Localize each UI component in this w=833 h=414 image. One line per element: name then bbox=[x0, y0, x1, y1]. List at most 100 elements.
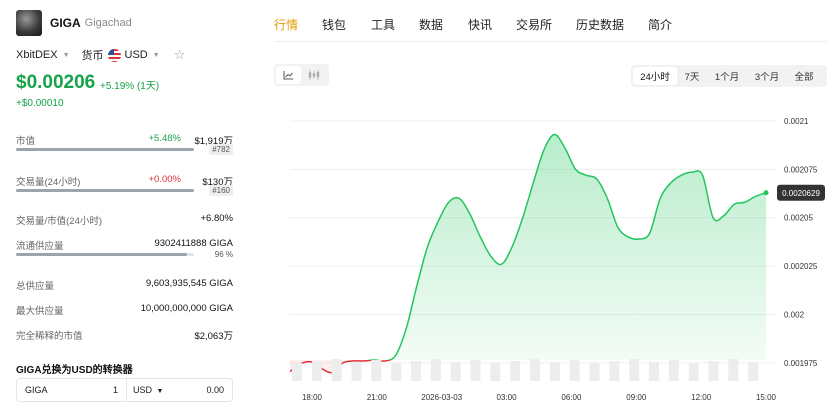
stat-change: +0.00% bbox=[148, 174, 182, 185]
supply-progress-bar bbox=[16, 253, 194, 256]
volume-bar bbox=[708, 361, 719, 381]
volume-bar bbox=[649, 362, 659, 381]
coin-header: GIGA Gigachad bbox=[16, 10, 132, 36]
us-flag-icon bbox=[107, 48, 121, 62]
volume-bar bbox=[430, 359, 441, 381]
volume-bar bbox=[292, 363, 302, 381]
stat-max-supply: 最大供应量 10,000,000,000 GIGA bbox=[16, 303, 233, 317]
y-tick-label: 0.001975 bbox=[784, 359, 818, 368]
chevron-down-icon: ▼ bbox=[156, 388, 164, 395]
volume-bar bbox=[668, 360, 679, 381]
volume-bar bbox=[351, 362, 362, 381]
volume-bar bbox=[450, 362, 461, 381]
stat-value: 9,603,935,545 GIGA bbox=[145, 278, 233, 289]
x-tick-label: 06:00 bbox=[561, 393, 582, 402]
y-tick-label: 0.00205 bbox=[784, 214, 813, 223]
volume-bar bbox=[629, 359, 640, 381]
volume-bar bbox=[470, 360, 481, 381]
currency-selector[interactable]: USD ▼ bbox=[104, 48, 160, 62]
range-7d[interactable]: 7天 bbox=[677, 67, 707, 85]
y-tick-label: 0.002025 bbox=[784, 262, 818, 271]
stat-value: 10,000,000,000 GIGA bbox=[140, 303, 233, 314]
stat-vol-mcap: 交易量/市值(24小时) +6.80% bbox=[16, 213, 233, 227]
rank-badge: #782 bbox=[209, 144, 233, 155]
volume-bar bbox=[311, 361, 322, 381]
x-tick-label: 18:00 bbox=[302, 393, 323, 402]
price-chart[interactable]: 0.0021 0.002075 0.00205 0.002025 0.002 0.0019… bbox=[274, 100, 833, 414]
selector-row: XbitDEX ▼ 货币 USD ▼ ☆ bbox=[16, 47, 185, 63]
coin-name: Gigachad bbox=[84, 17, 132, 29]
y-tick-label: 0.002075 bbox=[784, 165, 818, 174]
volume-bar bbox=[549, 362, 560, 381]
coin-symbol: GIGA bbox=[50, 16, 81, 30]
volume-bar bbox=[569, 360, 580, 381]
gigachad-avatar-icon bbox=[16, 10, 42, 36]
volume-bar bbox=[728, 359, 739, 381]
volume-bar bbox=[530, 359, 540, 381]
chart-type-toggle bbox=[274, 64, 329, 86]
converter-from-amount: 1 bbox=[112, 385, 118, 395]
stat-circulating-supply: 流通供应量 9302411888 GIGA 96 % bbox=[16, 238, 233, 266]
last-price-dot bbox=[763, 190, 769, 196]
volume-bar bbox=[391, 363, 402, 381]
volume-bar bbox=[688, 363, 699, 381]
stat-value: +6.80% bbox=[200, 213, 234, 224]
x-tick-label: 12:00 bbox=[691, 393, 712, 402]
line-chart-icon[interactable] bbox=[276, 66, 301, 84]
time-range-selector: 24小时 7天 1个月 3个月 全部 bbox=[631, 65, 827, 87]
x-tick-label: 21:00 bbox=[367, 393, 388, 402]
stat-label: 流通供应量 bbox=[16, 241, 64, 252]
stat-label: 市值 bbox=[16, 136, 36, 147]
range-all[interactable]: 全部 bbox=[787, 67, 821, 85]
converter-from-input[interactable]: GIGA 1 bbox=[17, 379, 127, 401]
price-change-percent: +5.19% (1天) bbox=[100, 81, 160, 92]
volume-bar bbox=[371, 360, 382, 381]
chevron-down-icon: ▼ bbox=[62, 51, 70, 59]
stat-label: 交易量(24小时) bbox=[16, 177, 81, 188]
last-price-label: 0.0020629 bbox=[782, 189, 820, 198]
converter-title: GIGA兑换为USD的转换器 bbox=[16, 365, 133, 376]
x-tick-label: 15:00 bbox=[756, 393, 777, 402]
chevron-down-icon: ▼ bbox=[152, 51, 160, 59]
y-tick-label: 0.0021 bbox=[784, 117, 809, 126]
range-24h[interactable]: 24小时 bbox=[633, 67, 677, 85]
rank-badge: #160 bbox=[209, 185, 233, 196]
tab-exchanges[interactable]: 交易所 bbox=[516, 16, 552, 33]
tab-history[interactable]: 历史数据 bbox=[576, 16, 624, 33]
progress-bar bbox=[16, 148, 194, 151]
tab-news[interactable]: 快讯 bbox=[468, 16, 492, 33]
current-price: $0.00206 bbox=[16, 72, 96, 93]
stat-value: 9302411888 GIGA bbox=[154, 238, 233, 249]
tab-market[interactable]: 行情 bbox=[274, 16, 298, 33]
volume-bar bbox=[609, 361, 620, 381]
stat-change: +5.48% bbox=[148, 133, 182, 144]
tab-data[interactable]: 数据 bbox=[419, 16, 443, 33]
stat-total-supply: 总供应量 9,603,935,545 GIGA bbox=[16, 278, 233, 292]
converter-from-symbol: GIGA bbox=[25, 385, 48, 395]
y-tick-label: 0.002 bbox=[784, 310, 805, 319]
star-icon[interactable]: ☆ bbox=[174, 47, 186, 63]
exchange-selector[interactable]: XbitDEX ▼ bbox=[16, 49, 70, 61]
stat-market-cap: 市值 +5.48% $1,919万 #782 bbox=[16, 133, 233, 163]
price-change-absolute: +$0.00010 bbox=[16, 98, 64, 109]
coin-info-panel: GIGA Gigachad XbitDEX ▼ 货币 USD ▼ ☆ $0.00… bbox=[0, 0, 250, 414]
exchange-label: XbitDEX bbox=[16, 49, 58, 61]
currency-value: USD bbox=[124, 49, 148, 61]
range-3m[interactable]: 3个月 bbox=[747, 67, 787, 85]
stat-value: $2,063万 bbox=[194, 331, 233, 342]
progress-bar bbox=[16, 189, 194, 192]
tab-tools[interactable]: 工具 bbox=[371, 16, 395, 33]
candlestick-icon[interactable] bbox=[301, 66, 326, 84]
tab-wallet[interactable]: 钱包 bbox=[322, 16, 346, 33]
x-tick-label: 03:00 bbox=[497, 393, 518, 402]
tab-about[interactable]: 简介 bbox=[648, 16, 672, 33]
volume-bar bbox=[510, 361, 521, 381]
stat-label: 完全稀释的市值 bbox=[16, 331, 83, 342]
converter-currency-select[interactable]: USD ▼ bbox=[133, 385, 163, 395]
range-1m[interactable]: 1个月 bbox=[707, 67, 747, 85]
volume-bar bbox=[490, 363, 501, 381]
x-tick-label: 2026-03-03 bbox=[421, 393, 462, 402]
stat-volume: 交易量(24小时) +0.00% $130万 #160 bbox=[16, 174, 233, 204]
converter-to-field: USD ▼ 0.00 bbox=[127, 379, 232, 401]
volume-bar bbox=[589, 363, 600, 381]
